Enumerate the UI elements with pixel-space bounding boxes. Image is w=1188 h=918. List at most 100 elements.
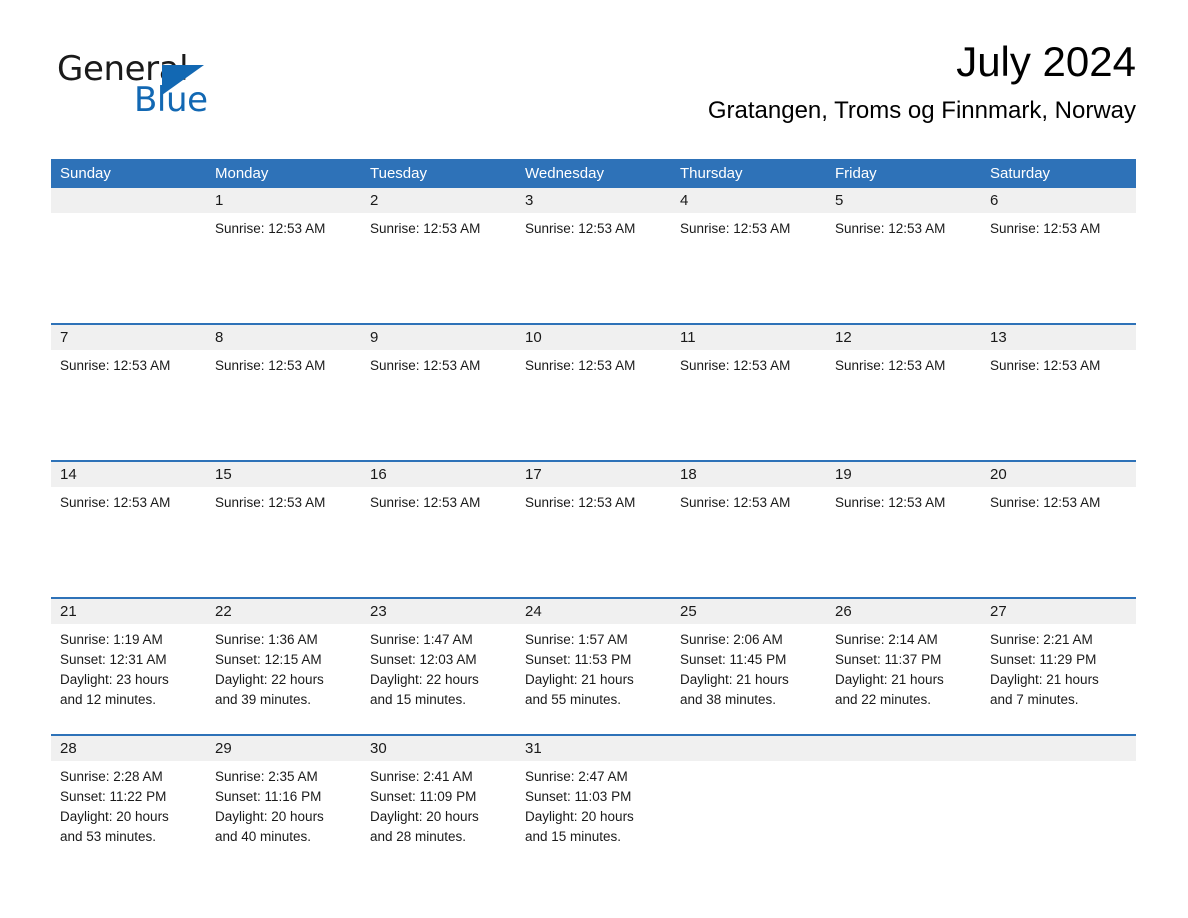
week-body-bar: Sunrise: 12:53 AM Sunrise: 12:53 AM Sunris… bbox=[51, 213, 1136, 323]
day-number-12[interactable]: 12 bbox=[826, 325, 981, 350]
day-detail-line: Sunrise: 12:53 AM bbox=[835, 358, 946, 373]
day-detail-28[interactable]: Sunrise: 2:28 AM Sunset: 11:22 PM Daylight… bbox=[51, 761, 206, 871]
weekday-header-wednesday: Wednesday bbox=[525, 165, 604, 182]
day-number-empty bbox=[826, 736, 981, 761]
day-detail-23[interactable]: Sunrise: 1:47 AM Sunset: 12:03 AM Daylight… bbox=[361, 624, 516, 734]
day-detail-line: Sunrise: 12:53 AM bbox=[990, 495, 1101, 510]
day-detail-8[interactable]: Sunrise: 12:53 AM bbox=[206, 350, 361, 460]
day-detail-line: Daylight: 21 hours bbox=[680, 672, 789, 687]
day-detail-line: Daylight: 20 hours bbox=[370, 809, 479, 824]
day-number-11[interactable]: 11 bbox=[671, 325, 826, 350]
day-detail-12[interactable]: Sunrise: 12:53 AM bbox=[826, 350, 981, 460]
day-detail-11[interactable]: Sunrise: 12:53 AM bbox=[671, 350, 826, 460]
day-detail-line: Sunrise: 12:53 AM bbox=[680, 358, 791, 373]
day-detail-13[interactable]: Sunrise: 12:53 AM bbox=[981, 350, 1136, 460]
day-detail-line: Daylight: 20 hours bbox=[60, 809, 169, 824]
day-number-13[interactable]: 13 bbox=[981, 325, 1136, 350]
day-detail-line: Sunrise: 2:06 AM bbox=[680, 632, 783, 647]
day-detail-31[interactable]: Sunrise: 2:47 AM Sunset: 11:03 PM Daylight… bbox=[516, 761, 671, 871]
day-detail-line: Sunrise: 12:53 AM bbox=[370, 358, 481, 373]
weekday-header-thursday: Thursday bbox=[680, 165, 743, 182]
day-number-30[interactable]: 30 bbox=[361, 736, 516, 761]
day-detail-24[interactable]: Sunrise: 1:57 AM Sunset: 11:53 PM Daylight… bbox=[516, 624, 671, 734]
day-number-24[interactable]: 24 bbox=[516, 599, 671, 624]
day-detail-22[interactable]: Sunrise: 1:36 AM Sunset: 12:15 AM Daylight… bbox=[206, 624, 361, 734]
day-number-7[interactable]: 7 bbox=[51, 325, 206, 350]
day-detail-line: and 40 minutes. bbox=[215, 829, 312, 844]
day-detail-25[interactable]: Sunrise: 2:06 AM Sunset: 11:45 PM Daylight… bbox=[671, 624, 826, 734]
day-number-2[interactable]: 2 bbox=[361, 188, 516, 213]
day-detail-line: Sunrise: 12:53 AM bbox=[215, 495, 326, 510]
day-number-23[interactable]: 23 bbox=[361, 599, 516, 624]
day-number-29[interactable]: 29 bbox=[206, 736, 361, 761]
day-number-9[interactable]: 9 bbox=[361, 325, 516, 350]
day-detail-7[interactable]: Sunrise: 12:53 AM bbox=[51, 350, 206, 460]
day-detail-9[interactable]: Sunrise: 12:53 AM bbox=[361, 350, 516, 460]
day-detail-17[interactable]: Sunrise: 12:53 AM bbox=[516, 487, 671, 597]
day-detail-19[interactable]: Sunrise: 12:53 AM bbox=[826, 487, 981, 597]
day-detail-line: Sunset: 11:22 PM bbox=[60, 789, 167, 804]
day-number-19[interactable]: 19 bbox=[826, 462, 981, 487]
day-detail-20[interactable]: Sunrise: 12:53 AM bbox=[981, 487, 1136, 597]
day-number-1[interactable]: 1 bbox=[206, 188, 361, 213]
general-blue-logo[interactable]: General Blue bbox=[57, 52, 257, 132]
day-detail-line: Sunrise: 12:53 AM bbox=[215, 358, 326, 373]
day-number-22[interactable]: 22 bbox=[206, 599, 361, 624]
day-number-26[interactable]: 26 bbox=[826, 599, 981, 624]
day-detail-18[interactable]: Sunrise: 12:53 AM bbox=[671, 487, 826, 597]
day-detail-29[interactable]: Sunrise: 2:35 AM Sunset: 11:16 PM Daylight… bbox=[206, 761, 361, 871]
day-detail-10[interactable]: Sunrise: 12:53 AM bbox=[516, 350, 671, 460]
page-title: July 2024 bbox=[956, 38, 1136, 85]
day-detail-line: Daylight: 21 hours bbox=[525, 672, 634, 687]
day-detail-line: and 15 minutes. bbox=[525, 829, 622, 844]
day-detail-30[interactable]: Sunrise: 2:41 AM Sunset: 11:09 PM Daylight… bbox=[361, 761, 516, 871]
day-detail-2[interactable]: Sunrise: 12:53 AM bbox=[361, 213, 516, 323]
day-number-31[interactable]: 31 bbox=[516, 736, 671, 761]
day-detail-14[interactable]: Sunrise: 12:53 AM bbox=[51, 487, 206, 597]
day-detail-line: and 39 minutes. bbox=[215, 692, 312, 707]
day-number-18[interactable]: 18 bbox=[671, 462, 826, 487]
day-detail-line: Sunset: 12:03 AM bbox=[370, 652, 477, 667]
day-number-3[interactable]: 3 bbox=[516, 188, 671, 213]
day-detail-16[interactable]: Sunrise: 12:53 AM bbox=[361, 487, 516, 597]
day-detail-line: Sunrise: 2:35 AM bbox=[215, 769, 318, 784]
day-detail-line: Daylight: 23 hours bbox=[60, 672, 169, 687]
day-detail-27[interactable]: Sunrise: 2:21 AM Sunset: 11:29 PM Daylight… bbox=[981, 624, 1136, 734]
day-detail-line: Sunset: 11:16 PM bbox=[215, 789, 322, 804]
page-subtitle: Gratangen, Troms og Finnmark, Norway bbox=[707, 97, 1136, 125]
day-number-15[interactable]: 15 bbox=[206, 462, 361, 487]
day-number-16[interactable]: 16 bbox=[361, 462, 516, 487]
day-number-21[interactable]: 21 bbox=[51, 599, 206, 624]
day-number-28[interactable]: 28 bbox=[51, 736, 206, 761]
weekday-header-monday: Monday bbox=[215, 165, 269, 182]
day-detail-4[interactable]: Sunrise: 12:53 AM bbox=[671, 213, 826, 323]
day-detail-3[interactable]: Sunrise: 12:53 AM bbox=[516, 213, 671, 323]
calendar-week-row: 14 15 16 17 18 19 20 Sunrise: 12:53 AM Sunrise: … bbox=[51, 460, 1136, 597]
day-detail-line: and 38 minutes. bbox=[680, 692, 777, 707]
day-detail-5[interactable]: Sunrise: 12:53 AM bbox=[826, 213, 981, 323]
day-detail-6[interactable]: Sunrise: 12:53 AM bbox=[981, 213, 1136, 323]
day-detail-26[interactable]: Sunrise: 2:14 AM Sunset: 11:37 PM Daylight… bbox=[826, 624, 981, 734]
day-detail-empty bbox=[826, 761, 981, 871]
day-detail-15[interactable]: Sunrise: 12:53 AM bbox=[206, 487, 361, 597]
day-number-4[interactable]: 4 bbox=[671, 188, 826, 213]
day-detail-line: Sunrise: 12:53 AM bbox=[215, 221, 326, 236]
day-detail-line: Daylight: 20 hours bbox=[525, 809, 634, 824]
day-number-8[interactable]: 8 bbox=[206, 325, 361, 350]
calendar-page: General Blue July 2024 Gratangen, Troms … bbox=[0, 0, 1188, 918]
day-number-10[interactable]: 10 bbox=[516, 325, 671, 350]
day-number-6[interactable]: 6 bbox=[981, 188, 1136, 213]
day-detail-line: Sunrise: 1:57 AM bbox=[525, 632, 628, 647]
day-number-20[interactable]: 20 bbox=[981, 462, 1136, 487]
week-date-bar: 14 15 16 17 18 19 20 bbox=[51, 462, 1136, 487]
day-number-17[interactable]: 17 bbox=[516, 462, 671, 487]
day-detail-21[interactable]: Sunrise: 1:19 AM Sunset: 12:31 AM Daylight… bbox=[51, 624, 206, 734]
day-detail-line: Sunrise: 2:41 AM bbox=[370, 769, 473, 784]
day-detail-1[interactable]: Sunrise: 12:53 AM bbox=[206, 213, 361, 323]
day-detail-line: Sunrise: 2:21 AM bbox=[990, 632, 1093, 647]
day-number-25[interactable]: 25 bbox=[671, 599, 826, 624]
day-detail-line: Daylight: 20 hours bbox=[215, 809, 324, 824]
day-number-14[interactable]: 14 bbox=[51, 462, 206, 487]
day-number-27[interactable]: 27 bbox=[981, 599, 1136, 624]
day-number-5[interactable]: 5 bbox=[826, 188, 981, 213]
